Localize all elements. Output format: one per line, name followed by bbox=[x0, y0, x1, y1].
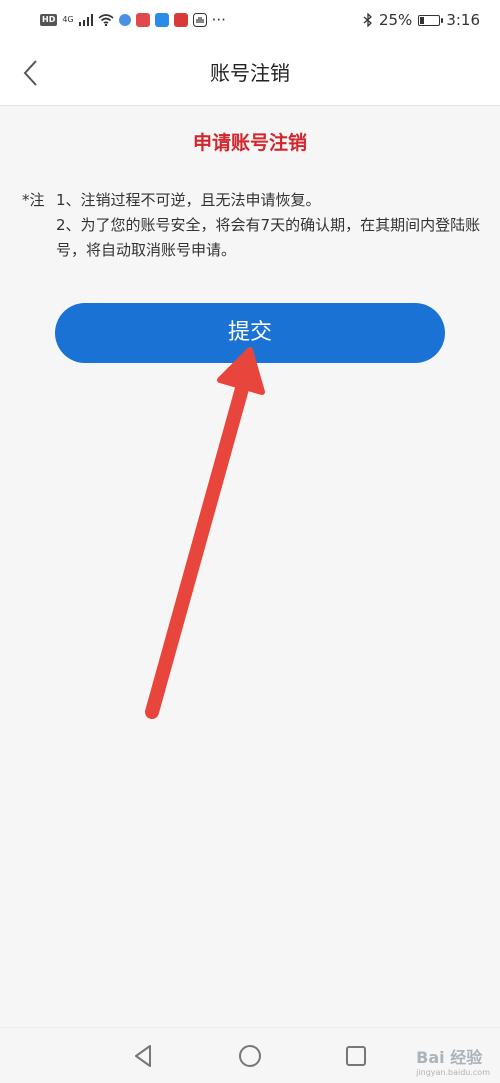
notice-block: *注 1、注销过程不可逆，且无法申请恢复。 2、为了您的账号安全，将会有7天的确… bbox=[22, 188, 482, 263]
battery-percent: 25% bbox=[378, 11, 413, 29]
note-label: *注 bbox=[22, 191, 45, 209]
note-item: 1、注销过程不可逆，且无法申请恢复。 bbox=[56, 191, 321, 209]
page-title: 账号注销 bbox=[210, 61, 290, 85]
app-notification-icon bbox=[173, 13, 188, 27]
battery-icon bbox=[418, 14, 444, 26]
submit-button[interactable]: 提交 bbox=[55, 303, 445, 363]
section-title: 申请账号注销 bbox=[192, 132, 307, 154]
triangle-back-icon[interactable] bbox=[130, 1042, 158, 1070]
arrow-shaft bbox=[145, 378, 250, 719]
watermark: Bai 经验 jingyan.baidu.com bbox=[416, 1048, 490, 1077]
status-bar: HD 4G ··· 25% 3:16 bbox=[0, 0, 500, 40]
note-body: 1、注销过程不可逆，且无法申请恢复。 2、为了您的账号安全，将会有7天的确认期，… bbox=[56, 188, 482, 263]
bluetooth-icon bbox=[363, 13, 372, 27]
nav-bar: 账号注销 bbox=[0, 40, 500, 106]
app-notification-icon bbox=[118, 14, 131, 26]
wifi-icon bbox=[98, 14, 114, 26]
circle-home-icon[interactable] bbox=[236, 1042, 264, 1070]
hd-badge: HD bbox=[40, 14, 58, 26]
clock: 3:16 bbox=[446, 11, 480, 29]
more-notifications: ··· bbox=[211, 11, 226, 29]
app-notification-icon bbox=[135, 13, 150, 27]
app-notification-icon bbox=[154, 13, 169, 27]
system-nav-bar: Bai 经验 jingyan.baidu.com bbox=[0, 1027, 500, 1083]
square-recents-icon[interactable] bbox=[342, 1042, 370, 1070]
status-right: 25% 3:16 bbox=[363, 11, 480, 29]
network-label: 4G bbox=[62, 15, 74, 24]
status-left: HD 4G ··· bbox=[40, 11, 226, 29]
hand-icon bbox=[192, 13, 207, 27]
note-item: 2、为了您的账号安全，将会有7天的确认期，在其期间内登陆账号，将自动取消账号申请… bbox=[56, 216, 481, 259]
signal-icon bbox=[78, 14, 93, 26]
annotation-arrow bbox=[145, 347, 265, 719]
